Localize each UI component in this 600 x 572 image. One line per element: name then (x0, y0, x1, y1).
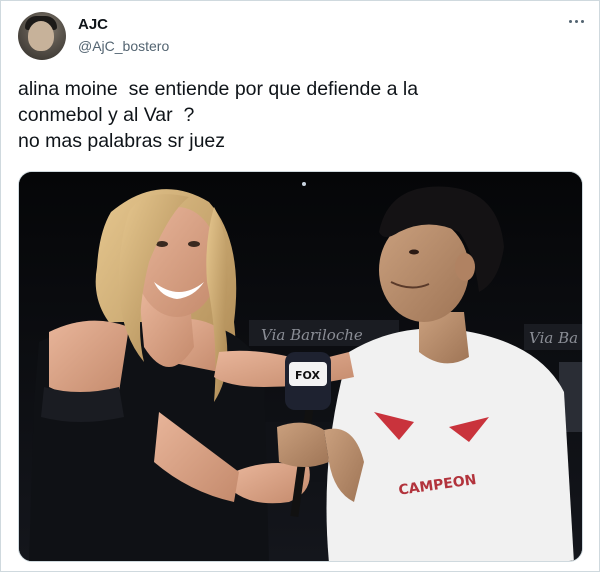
author-display-name[interactable]: AJC (78, 16, 108, 33)
mic-logo: FOX (295, 369, 320, 382)
media-photo: Via Bariloche Via Ba CAMPEON FOX (19, 172, 582, 561)
more-horizontal-icon[interactable] (565, 13, 587, 29)
avatar-face (28, 21, 54, 51)
tweet-card[interactable]: AJC @AjC_bostero alina moine se entiende… (0, 0, 600, 572)
author-handle[interactable]: @AjC_bostero (78, 38, 169, 54)
sign-right: Via Ba (529, 329, 578, 347)
tweet-media-image[interactable]: Via Bariloche Via Ba CAMPEON FOX (18, 171, 583, 562)
avatar[interactable] (18, 12, 66, 60)
sign-left: Via Bariloche (261, 326, 363, 344)
tweet-text: alina moine se entiende por que defiende… (18, 78, 419, 152)
